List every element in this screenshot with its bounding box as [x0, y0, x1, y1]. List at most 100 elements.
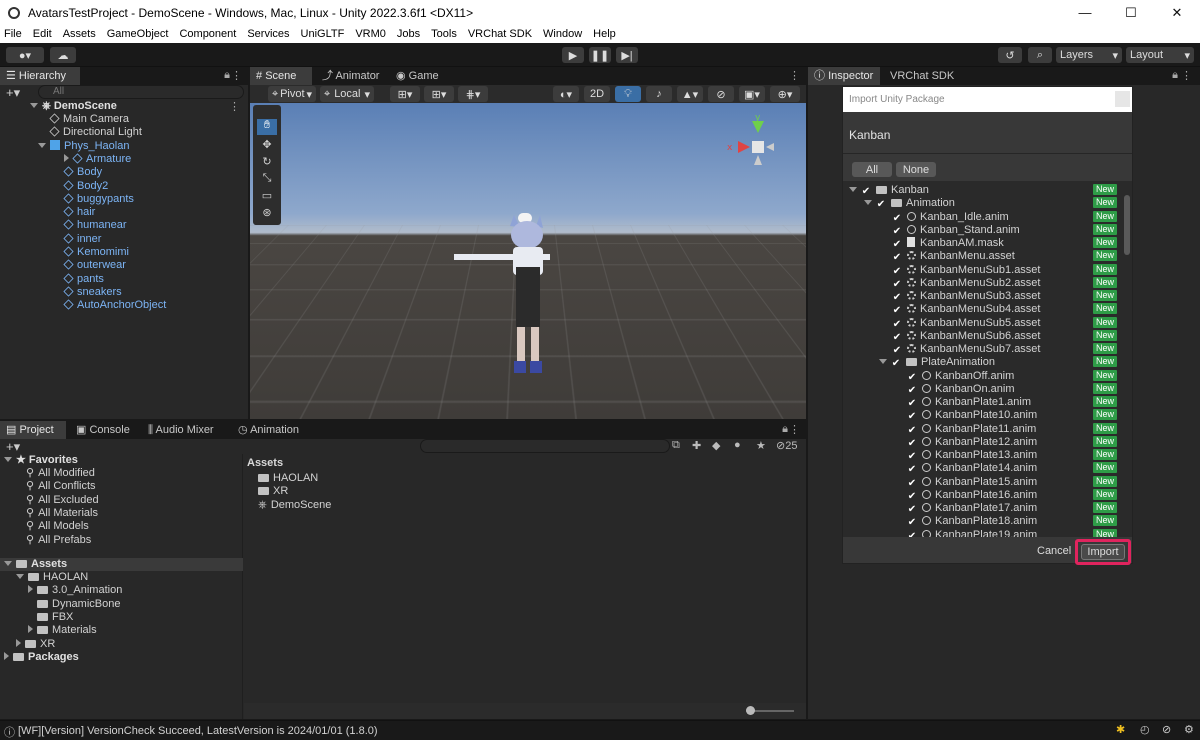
tab-animation[interactable]: ◷ Animation — [232, 421, 305, 439]
include-checkbox[interactable]: ✔ — [876, 200, 886, 210]
package-item[interactable]: ✔ KanbanMenuSub1.asset New — [843, 263, 1123, 277]
package-item[interactable]: ✔ Animation New — [843, 197, 1123, 210]
account-button[interactable]: ●▾ — [6, 47, 44, 63]
include-checkbox[interactable]: ✔ — [892, 213, 902, 224]
hierarchy-item[interactable]: Directional Light — [49, 126, 142, 139]
hierarchy-item[interactable]: pants — [63, 273, 104, 286]
favorite-item[interactable]: ⚲ All Excluded — [26, 494, 99, 507]
pivot-dropdown[interactable]: ⌖ Pivot ▾ — [268, 86, 316, 102]
rotate-tool-icon[interactable]: ↻ — [257, 155, 277, 171]
include-checkbox[interactable]: ✔ — [892, 332, 902, 343]
package-item[interactable]: ✔ Kanban_Idle.anim New — [843, 210, 1123, 224]
orientation-gizmo-icon[interactable]: y x — [720, 111, 790, 181]
scene-more-icon[interactable]: ⋮ — [789, 69, 800, 82]
more-icon[interactable]: ⋮ — [231, 69, 242, 82]
include-checkbox[interactable]: ✔ — [907, 452, 917, 462]
asset-tree-item[interactable]: DynamicBone — [28, 598, 120, 611]
play-button[interactable]: ▶ — [562, 47, 584, 63]
hierarchy-item[interactable]: Body2 — [63, 180, 108, 193]
expand-icon[interactable] — [28, 625, 33, 634]
menu-item-tools[interactable]: Tools — [431, 28, 457, 40]
scene-viewport[interactable]: ✋︎ ✥ ↻ ⤡ ▭ ⊛ y x — [250, 103, 806, 419]
favorite-item[interactable]: ⚲ All Prefabs — [26, 534, 91, 547]
package-item[interactable]: ✔ KanbanPlate11.anim New — [843, 422, 1123, 436]
include-checkbox[interactable]: ✔ — [892, 279, 902, 290]
layers-dropdown[interactable]: Layers ▾ — [1056, 47, 1122, 63]
add-icon[interactable]: +▾ — [6, 85, 20, 101]
info-icon[interactable]: ● — [734, 439, 741, 451]
hierarchy-item[interactable]: Body — [63, 166, 102, 179]
local-dropdown[interactable]: ⌖ Local ▾ — [320, 86, 374, 102]
expand-icon[interactable] — [64, 153, 69, 162]
include-checkbox[interactable]: ✔ — [907, 412, 917, 422]
include-checkbox[interactable]: ✔ — [892, 266, 902, 277]
package-item[interactable]: ✔ KanbanPlate17.anim New — [843, 502, 1123, 515]
layout-dropdown[interactable]: Layout ▾ — [1126, 47, 1194, 63]
package-item[interactable]: ✔ KanbanMenuSub2.asset New — [843, 276, 1123, 290]
package-item[interactable]: ✔ KanbanOn.anim New — [843, 382, 1123, 396]
assets-breadcrumb[interactable]: Assets — [247, 457, 283, 470]
snap-increment-icon[interactable]: ⋕▾ — [458, 86, 488, 102]
inspector-lock-icon[interactable]: 🔒︎ — [1172, 69, 1178, 82]
select-all-button[interactable]: All — [852, 162, 892, 177]
hidden-count-icon[interactable]: ⊘25 — [776, 439, 797, 452]
package-item[interactable]: ✔ KanbanPlate18.anim New — [843, 515, 1123, 528]
close-button[interactable]: ✕ — [1154, 0, 1200, 25]
hierarchy-item[interactable]: outerwear — [63, 259, 126, 272]
collapse-icon[interactable] — [30, 103, 38, 108]
collapse-icon[interactable] — [38, 142, 46, 148]
asset-tree-item[interactable]: 3.0_Animation — [28, 584, 122, 597]
project-more-icon[interactable]: ⋮ — [789, 423, 800, 436]
zoom-slider-handle[interactable] — [746, 706, 755, 715]
step-button[interactable]: ▶| — [616, 47, 638, 63]
asset-tree-item[interactable]: FBX — [28, 611, 73, 624]
include-checkbox[interactable]: ✔ — [892, 226, 902, 237]
grid-icon[interactable]: ⊞▾ — [424, 86, 454, 102]
import-button[interactable]: Import — [1081, 544, 1125, 560]
tab-hierarchy[interactable]: ☰ Hierarchy — [0, 67, 80, 85]
effects-icon[interactable]: ▲▾ — [677, 86, 703, 102]
collapse-icon[interactable] — [4, 561, 12, 566]
include-checkbox[interactable]: ✔ — [861, 187, 871, 197]
expand-icon[interactable] — [16, 638, 21, 647]
scene-row[interactable]: ⎈ DemoScene — [30, 100, 117, 113]
package-item[interactable]: ✔ PlateAnimation New — [843, 356, 1123, 369]
package-item[interactable]: ✔ KanbanPlate13.anim New — [843, 449, 1123, 462]
include-checkbox[interactable]: ✔ — [891, 359, 901, 369]
inspector-more-icon[interactable]: ⋮ — [1181, 69, 1192, 82]
include-checkbox[interactable]: ✔ — [907, 372, 917, 383]
package-item[interactable]: ✔ KanbanMenu.asset New — [843, 250, 1123, 263]
package-item[interactable]: ✔ KanbanMenuSub6.asset New — [843, 329, 1123, 343]
package-item[interactable]: ✔ Kanban_Stand.anim New — [843, 223, 1123, 237]
filter-label-icon[interactable]: ✚ — [692, 439, 701, 452]
package-item[interactable]: ✔ KanbanPlate19.anim New — [843, 528, 1123, 537]
progress-icon[interactable]: ◴ — [1140, 723, 1150, 736]
favorite-icon[interactable]: ★ — [756, 439, 766, 452]
favorite-item[interactable]: ⚲ All Conflicts — [26, 480, 96, 493]
menu-item-edit[interactable]: Edit — [33, 28, 52, 40]
package-item[interactable]: ✔ KanbanMenuSub4.asset New — [843, 303, 1123, 316]
include-checkbox[interactable]: ✔ — [907, 399, 917, 409]
include-checkbox[interactable]: ✔ — [907, 518, 917, 528]
package-item[interactable]: ✔ KanbanMenuSub3.asset New — [843, 290, 1123, 303]
include-checkbox[interactable]: ✔ — [907, 425, 917, 436]
expand-icon[interactable] — [28, 585, 33, 594]
include-checkbox[interactable]: ✔ — [907, 465, 917, 475]
include-checkbox[interactable]: ✔ — [892, 253, 902, 263]
tab-animator[interactable]: ⤴ Animator — [316, 67, 385, 85]
status-message[interactable]: [WF][Version] VersionCheck Succeed, Late… — [18, 725, 378, 737]
hierarchy-search-input[interactable]: All — [38, 85, 244, 99]
hierarchy-item[interactable]: Phys_Haolan — [38, 139, 129, 153]
menu-item-window[interactable]: Window — [543, 28, 582, 40]
search-icon[interactable]: ⌕ — [1028, 47, 1052, 63]
minimize-button[interactable]: — — [1062, 0, 1108, 25]
lock-icon[interactable]: 🔒︎ — [224, 69, 230, 82]
menu-item-component[interactable]: Component — [179, 28, 236, 40]
audio-icon[interactable]: ♪ — [646, 86, 672, 102]
package-item[interactable]: ✔ KanbanAM.mask New — [843, 237, 1123, 250]
collapse-icon[interactable] — [16, 574, 24, 579]
asset-item[interactable]: HAOLAN — [258, 472, 318, 485]
include-checkbox[interactable]: ✔ — [892, 306, 902, 316]
asset-tree-item[interactable]: XR — [16, 638, 55, 651]
project-add-icon[interactable]: +▾ — [6, 439, 20, 455]
